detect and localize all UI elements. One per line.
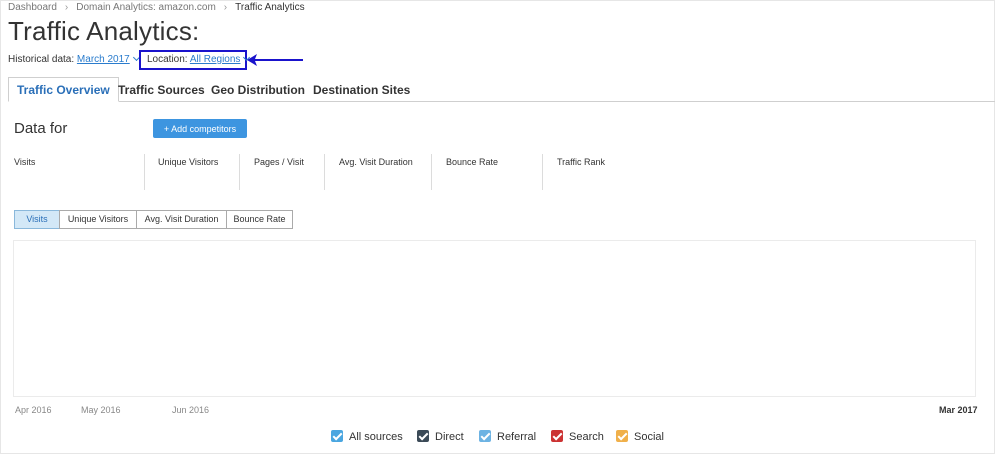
legend-label: Social xyxy=(634,431,664,443)
tab-bar: Traffic Overview Traffic Sources Geo Dis… xyxy=(8,77,995,102)
legend-label: Referral xyxy=(497,431,537,443)
tab-geo-distribution[interactable]: Geo Distribution xyxy=(211,77,305,102)
metric-pages-per-visit: Pages / Visit xyxy=(254,157,304,167)
traffic-chart-area xyxy=(13,240,976,397)
toggle-unique-visitors[interactable]: Unique Visitors xyxy=(59,210,137,229)
metric-visits: Visits xyxy=(14,157,36,167)
legend-label: All sources xyxy=(349,431,403,443)
legend-direct[interactable]: Direct xyxy=(417,430,464,444)
x-tick-mar-2017: Mar 2017 xyxy=(939,405,978,415)
location-dropdown[interactable]: All Regions xyxy=(190,54,241,65)
x-tick-jun-2016: Jun 2016 xyxy=(172,405,210,415)
legend-all-sources[interactable]: All sources xyxy=(331,430,403,444)
historical-data-dropdown[interactable]: March 2017 xyxy=(77,54,130,65)
checkbox-checked-icon[interactable] xyxy=(616,430,628,442)
checkbox-checked-icon[interactable] xyxy=(331,430,343,442)
breadcrumb: Dashboard › Domain Analytics: amazon.com › T… xyxy=(8,2,305,13)
data-for-label: Data for xyxy=(14,120,68,137)
metric-divider xyxy=(431,154,432,190)
breadcrumb-traffic-analytics: Traffic Analytics xyxy=(235,2,305,13)
metric-divider xyxy=(542,154,543,190)
legend-search[interactable]: Search xyxy=(551,430,604,444)
historical-data-label: Historical data: xyxy=(8,54,75,65)
toggle-visits[interactable]: Visits xyxy=(14,210,60,229)
metric-bounce-rate: Bounce Rate xyxy=(446,157,499,167)
location-label: Location: xyxy=(147,54,188,65)
breadcrumb-separator-icon: › xyxy=(64,2,69,13)
legend-label: Direct xyxy=(435,431,464,443)
legend-social[interactable]: Social xyxy=(616,430,664,444)
legend-referral[interactable]: Referral xyxy=(479,430,536,444)
checkbox-checked-icon[interactable] xyxy=(551,430,563,442)
toggle-avg-visit-duration[interactable]: Avg. Visit Duration xyxy=(136,210,227,229)
annotation-arrow-icon xyxy=(247,54,303,66)
metric-divider xyxy=(324,154,325,190)
legend-label: Search xyxy=(569,431,604,443)
toggle-bounce-rate[interactable]: Bounce Rate xyxy=(226,210,293,229)
checkbox-checked-icon[interactable] xyxy=(417,430,429,442)
tab-traffic-sources[interactable]: Traffic Sources xyxy=(118,77,205,102)
add-competitors-button[interactable]: + Add competitors xyxy=(153,119,247,138)
historical-data-filter: Historical data: March 2017 xyxy=(8,53,140,65)
breadcrumb-domain-analytics[interactable]: Domain Analytics: amazon.com xyxy=(76,2,216,13)
metric-divider xyxy=(239,154,240,190)
tab-traffic-overview[interactable]: Traffic Overview xyxy=(8,77,119,102)
metric-divider xyxy=(144,154,145,190)
checkbox-checked-icon[interactable] xyxy=(479,430,491,442)
tab-destination-sites[interactable]: Destination Sites xyxy=(313,77,410,102)
breadcrumb-dashboard[interactable]: Dashboard xyxy=(8,2,57,13)
x-tick-may-2016: May 2016 xyxy=(81,405,121,415)
page-title: Traffic Analytics: xyxy=(8,16,200,46)
metric-avg-visit-duration: Avg. Visit Duration xyxy=(339,157,413,167)
breadcrumb-separator-icon: › xyxy=(223,2,228,13)
metric-traffic-rank: Traffic Rank xyxy=(557,157,606,167)
metric-unique-visitors: Unique Visitors xyxy=(158,157,219,167)
location-filter-highlight: Location: All Regions xyxy=(139,50,251,70)
x-tick-apr-2016: Apr 2016 xyxy=(15,405,52,415)
